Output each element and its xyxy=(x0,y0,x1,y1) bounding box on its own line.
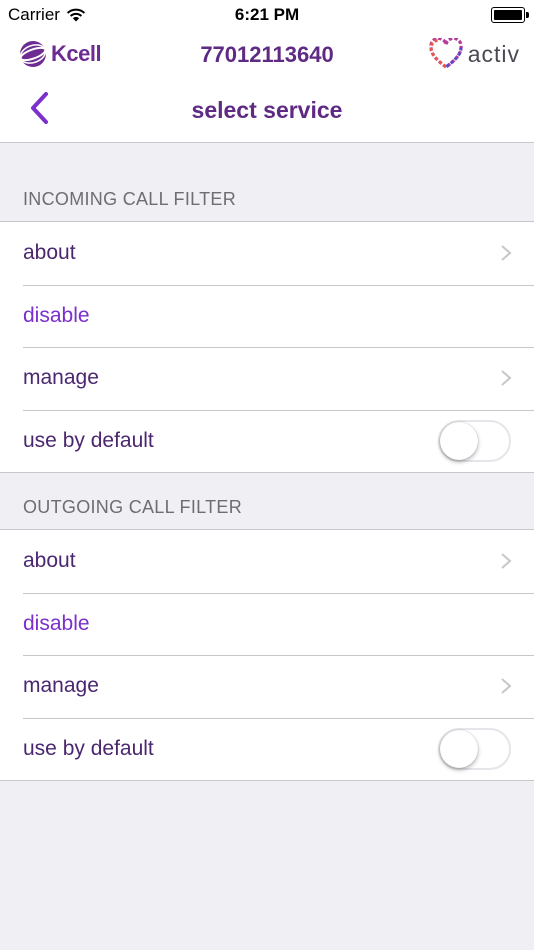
row-label: about xyxy=(23,241,76,265)
use-by-default-toggle[interactable] xyxy=(438,419,511,462)
outgoing-call-filter-group: about disable manage use by default xyxy=(0,529,534,781)
incoming-use-by-default-row: use by default xyxy=(0,409,534,473)
outgoing-disable-row[interactable]: disable xyxy=(0,592,534,656)
row-label: use by default xyxy=(23,736,154,760)
activ-wordmark: activ xyxy=(467,40,520,67)
incoming-call-filter-group: about disable manage use by default xyxy=(0,221,534,473)
use-by-default-toggle[interactable] xyxy=(438,727,511,770)
incoming-disable-row[interactable]: disable xyxy=(0,284,534,348)
header: Carrier 6:21 PM Kcell 77012113640 activ … xyxy=(0,0,534,143)
status-bar: Carrier 6:21 PM xyxy=(0,0,534,30)
row-label: disable xyxy=(23,611,90,635)
incoming-call-filter-section: INCOMING CALL FILTER about disable manag… xyxy=(0,143,534,473)
incoming-manage-row[interactable]: manage xyxy=(0,347,534,410)
row-label: manage xyxy=(23,674,99,698)
nav-bar: select service xyxy=(0,80,534,140)
section-header: OUTGOING CALL FILTER xyxy=(0,473,534,529)
chevron-right-icon xyxy=(501,245,512,261)
clock: 6:21 PM xyxy=(234,5,300,24)
page-title: select service xyxy=(191,97,343,123)
outgoing-use-by-default-row: use by default xyxy=(0,717,534,781)
chevron-right-icon xyxy=(501,678,512,694)
incoming-about-row[interactable]: about xyxy=(0,222,534,285)
chevron-right-icon xyxy=(501,370,512,386)
brand-bar: Kcell 77012113640 activ xyxy=(0,30,534,80)
chevron-right-icon xyxy=(501,553,512,569)
row-label: manage xyxy=(23,366,99,390)
row-label: use by default xyxy=(23,428,154,452)
outgoing-about-row[interactable]: about xyxy=(0,530,534,593)
section-header-label: INCOMING CALL FILTER xyxy=(23,189,237,209)
activ-heart-icon xyxy=(428,38,463,69)
section-header: INCOMING CALL FILTER xyxy=(0,143,534,221)
row-label: about xyxy=(23,549,76,573)
row-label: disable xyxy=(23,303,90,327)
outgoing-manage-row[interactable]: manage xyxy=(0,655,534,718)
toggle-knob xyxy=(440,729,478,768)
battery-icon xyxy=(491,7,529,23)
activ-logo: activ xyxy=(428,38,520,70)
section-header-label: OUTGOING CALL FILTER xyxy=(23,497,243,517)
outgoing-call-filter-section: OUTGOING CALL FILTER about disable manag… xyxy=(0,473,534,781)
toggle-knob xyxy=(440,421,478,460)
